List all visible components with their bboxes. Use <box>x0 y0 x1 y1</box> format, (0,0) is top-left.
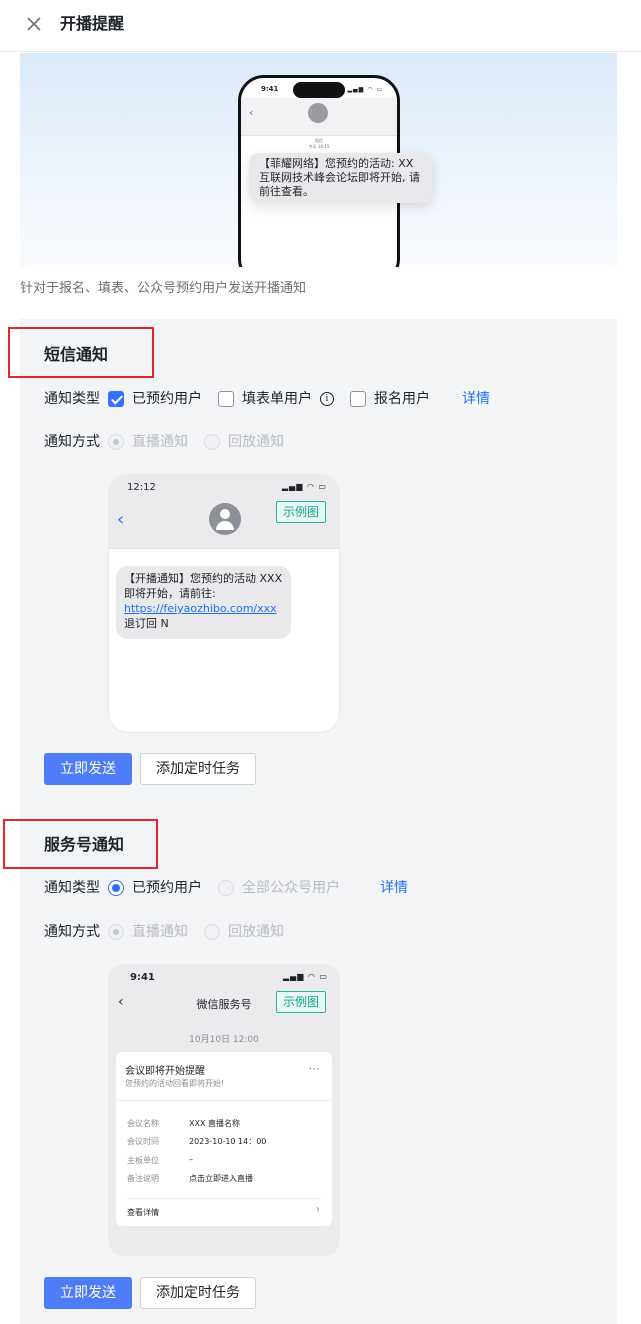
sms-type-checkbox-signup[interactable] <box>350 391 366 407</box>
row-value: 点击立即进入直播 <box>189 1174 253 1183</box>
service-type-radio-all[interactable] <box>218 880 234 896</box>
sms-method-radio-replay[interactable] <box>204 434 220 450</box>
service-detail-link[interactable]: 详情 <box>380 878 408 898</box>
service-schedule-button[interactable]: 添加定时任务 <box>140 1277 256 1309</box>
message-date: 10月10日 12:00 <box>189 1035 259 1045</box>
row-key: 会议名称 <box>127 1119 159 1128</box>
sms-method-replay-label[interactable]: 回放通知 <box>228 432 284 452</box>
sms-url: https://feiyaozhibo.com/xxx <box>124 602 277 615</box>
row-value: XXX 直播名称 <box>189 1119 240 1128</box>
service-type-reserved-label[interactable]: 已预约用户 <box>132 878 202 898</box>
card-subtitle: 您预约的活动回看即将开始! <box>125 1079 225 1088</box>
service-method-label: 通知方式 <box>44 924 100 940</box>
sms-type-label: 通知类型 <box>44 391 100 407</box>
template-message-card: 会议即将开始提醒 您预约的活动回看即将开始! ··· 会议名称 XXX 直播名称… <box>116 1052 332 1226</box>
avatar <box>308 103 328 123</box>
signal-icon: ▂▄▆ ◠ ▭ <box>282 972 328 981</box>
sender-label: 短信 今天 14:15 <box>308 138 330 149</box>
header: 开播提醒 <box>0 0 641 52</box>
service-section-title: 服务号通知 <box>44 835 125 854</box>
sms-type-reserved-label[interactable]: 已预约用户 <box>132 389 202 409</box>
back-icon: ‹ <box>249 106 254 119</box>
sms-type-signup-label[interactable]: 报名用户 <box>374 389 430 409</box>
signal-icon: ▂▄▆ ◠ ▭ <box>347 86 383 93</box>
sms-method-label: 通知方式 <box>44 434 100 450</box>
card-title: 会议即将开始提醒 <box>125 1066 205 1077</box>
message-bubble: 【菲耀网络】您预约的活动: XX 互联网技术峰会论坛即将开始, 请前往查看。 <box>249 153 432 203</box>
sms-type-form-label[interactable]: 填表单用户 <box>242 389 312 409</box>
row-key: 会议时间 <box>127 1137 159 1146</box>
service-method-replay-label[interactable]: 回放通知 <box>228 922 284 942</box>
avatar-icon <box>209 503 241 535</box>
sms-line-2: 即将开始，请前往: <box>124 587 216 600</box>
sms-type-checkbox-reserved[interactable] <box>108 391 124 407</box>
row-key: 备注说明 <box>127 1174 159 1183</box>
phone-time: 9:41 <box>130 972 155 983</box>
sms-send-button[interactable]: 立即发送 <box>44 753 132 785</box>
row-value: 2023-10-10 14：00 <box>189 1137 267 1146</box>
sms-line-1: 【开播通知】您预约的活动 XXX <box>124 572 283 585</box>
view-detail-label: 查看详情 <box>127 1208 159 1217</box>
service-method-radio-live[interactable] <box>108 924 124 940</box>
sms-method-live-label[interactable]: 直播通知 <box>132 432 188 452</box>
dynamic-island <box>293 82 345 98</box>
row-key: 主板单位 <box>127 1156 159 1165</box>
page-title: 开播提醒 <box>60 14 125 33</box>
back-icon: ‹ <box>117 509 125 530</box>
divider <box>127 1198 321 1199</box>
service-type-radio-reserved[interactable] <box>108 880 124 896</box>
service-type-label: 通知类型 <box>44 880 100 896</box>
service-method-radio-replay[interactable] <box>204 924 220 940</box>
service-method-live-label[interactable]: 直播通知 <box>132 922 188 942</box>
divider <box>116 1100 332 1101</box>
chevron-right-icon: › <box>316 1204 320 1215</box>
sample-tag: 示例图 <box>276 991 327 1013</box>
banner-illustration: 9:41 ▂▄▆ ◠ ▭ ‹ 短信 今天 14:15 【菲耀网络】您预约的活动:… <box>20 53 617 267</box>
sample-tag: 示例图 <box>276 501 327 523</box>
sms-preview-bubble: 【开播通知】您预约的活动 XXX 即将开始，请前往: https://feiya… <box>116 566 291 639</box>
phone-time: 12:12 <box>127 482 156 493</box>
sms-method-radio-live[interactable] <box>108 434 124 450</box>
row-value: – <box>189 1155 193 1164</box>
phone-time: 9:41 <box>261 85 279 93</box>
service-type-all-label[interactable]: 全部公众号用户 <box>242 878 340 898</box>
info-icon[interactable]: i <box>320 392 334 406</box>
close-icon[interactable] <box>25 15 43 33</box>
service-send-button[interactable]: 立即发送 <box>44 1277 132 1309</box>
more-icon: ··· <box>308 1062 320 1076</box>
sms-type-checkbox-form[interactable] <box>218 391 234 407</box>
sms-detail-link[interactable]: 详情 <box>462 389 490 409</box>
sms-line-4: 退订回 N <box>124 617 169 630</box>
sms-schedule-button[interactable]: 添加定时任务 <box>140 753 256 785</box>
page-subtitle: 针对于报名、填表、公众号预约用户发送开播通知 <box>20 281 307 296</box>
signal-icon: ▂▄▆ ◠ ▭ <box>281 482 327 491</box>
page: 开播提醒 9:41 ▂▄▆ ◠ ▭ ‹ 短信 今天 14:15 【菲耀网络】您预… <box>0 0 641 1324</box>
sms-section-title: 短信通知 <box>44 345 109 364</box>
